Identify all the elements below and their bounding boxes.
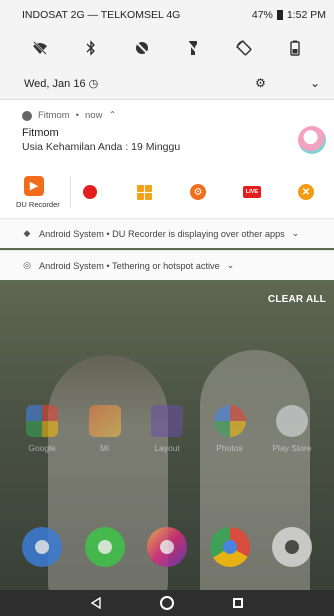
home-button[interactable] xyxy=(159,596,174,610)
notification-title: Fitmom xyxy=(22,127,59,139)
expand-chevron-icon[interactable]: ⌄ xyxy=(310,76,320,90)
dock-phone[interactable] xyxy=(14,527,70,567)
footer-actions: ⚙ ⌄ xyxy=(255,76,320,90)
notification-time: now xyxy=(85,110,103,121)
video-list-button[interactable] xyxy=(135,183,153,201)
bluetooth-icon[interactable] xyxy=(82,39,100,57)
camera-icon xyxy=(272,527,312,567)
record-button[interactable] xyxy=(81,183,99,201)
status-bar: INDOSAT 2G — TELKOMSEL 4G 47% 1:52 PM xyxy=(0,0,334,30)
app-play-store[interactable]: Play Store xyxy=(264,405,320,453)
clear-all-button[interactable]: CLEAR ALL xyxy=(268,294,326,305)
app-layout[interactable]: Layout xyxy=(139,405,195,453)
home-app-row: Google Mi Layout Photos Play Store xyxy=(14,405,320,453)
navigation-bar xyxy=(0,590,334,616)
flashlight-off-icon[interactable] xyxy=(184,39,202,57)
app-label: Layout xyxy=(154,443,180,453)
system-hotspot-text: Android System • Tethering or hotspot ac… xyxy=(39,260,220,271)
app-label: Play Store xyxy=(272,443,312,453)
separator-dot: • xyxy=(75,110,79,121)
wifi-off-icon[interactable] xyxy=(31,39,49,57)
fitmom-avatar xyxy=(298,126,326,154)
du-recorder-app[interactable]: ▶ DU Recorder xyxy=(16,175,60,209)
du-recorder-logo-icon: ▶ xyxy=(24,175,44,196)
app-label: Photos xyxy=(216,443,243,453)
home-icon xyxy=(159,596,174,610)
chrome-icon xyxy=(209,527,250,567)
google-folder-icon xyxy=(26,405,58,437)
chevron-down-icon[interactable]: ⌄ xyxy=(292,228,300,239)
alarm-icon: ◷ xyxy=(88,77,99,90)
app-google[interactable]: Google xyxy=(14,405,70,453)
du-recorder-controls: ▶ DU Recorder ⚙ LIVE ✕ xyxy=(0,166,334,218)
notification-header: Fitmom • now ⌃ xyxy=(0,100,334,121)
battery-percent: 47% xyxy=(251,9,273,21)
quick-settings-panel: Wed, Jan 16 ◷ ⚙ ⌄ xyxy=(0,30,334,100)
app-label: Google xyxy=(28,443,56,453)
dock-whatsapp[interactable] xyxy=(77,527,133,567)
dock-chrome[interactable] xyxy=(202,527,258,567)
tools-button[interactable]: ⚙ xyxy=(189,183,207,201)
quick-settings-tiles xyxy=(0,30,334,66)
recorder-close-button[interactable]: ✕ xyxy=(297,183,315,201)
toolbox-icon: ⚙ xyxy=(190,184,206,200)
battery-saver-icon[interactable] xyxy=(286,39,304,57)
battery-icon xyxy=(276,10,283,20)
auto-rotate-icon[interactable] xyxy=(235,39,253,57)
photos-icon xyxy=(213,405,246,437)
recents-button[interactable] xyxy=(231,596,245,610)
hotspot-icon: ◎ xyxy=(23,260,31,270)
whatsapp-icon xyxy=(84,527,125,567)
notification-system-overlay[interactable]: ◆ Android System • DU Recorder is displa… xyxy=(0,218,334,248)
chevron-up-icon[interactable]: ⌃ xyxy=(108,110,116,121)
notification-body: Usia Kehamilan Anda : 19 Minggu xyxy=(22,141,181,153)
live-icon: LIVE xyxy=(243,186,261,198)
settings-gear-icon[interactable]: ⚙ xyxy=(255,76,266,90)
du-recorder-label: DU Recorder xyxy=(16,199,60,209)
mi-folder-icon xyxy=(88,405,121,437)
recents-icon xyxy=(233,598,244,608)
layers-icon: ◆ xyxy=(23,228,31,238)
live-button[interactable]: LIVE xyxy=(243,183,261,201)
app-mi[interactable]: Mi xyxy=(77,405,133,453)
notification-system-hotspot[interactable]: ◎ Android System • Tethering or hotspot … xyxy=(0,250,334,280)
layout-icon xyxy=(151,405,183,437)
dock-camera[interactable] xyxy=(264,527,320,567)
chevron-down-icon[interactable]: ⌄ xyxy=(227,260,235,271)
record-icon xyxy=(83,185,97,199)
back-button[interactable] xyxy=(89,596,103,610)
close-icon: ✕ xyxy=(298,184,314,200)
app-photos[interactable]: Photos xyxy=(202,405,258,453)
instagram-icon xyxy=(147,527,187,567)
date-alarm[interactable]: Wed, Jan 16 ◷ xyxy=(24,77,98,90)
app-label: Mi xyxy=(100,443,109,453)
home-dock xyxy=(14,527,320,567)
dock-instagram[interactable] xyxy=(139,527,195,567)
recorder-separator xyxy=(70,176,71,208)
notification-app-name: Fitmom xyxy=(38,110,70,121)
back-icon xyxy=(90,597,101,609)
phone-icon xyxy=(22,527,62,567)
quick-settings-footer: Wed, Jan 16 ◷ ⚙ ⌄ xyxy=(0,66,334,100)
status-right: 47% 1:52 PM xyxy=(252,9,326,21)
system-overlay-text: Android System • DU Recorder is displayi… xyxy=(39,228,285,239)
carrier-text: INDOSAT 2G — TELKOMSEL 4G xyxy=(22,9,181,21)
clock: 1:52 PM xyxy=(286,9,326,21)
fitmom-app-icon xyxy=(22,110,32,121)
date-text: Wed, Jan 16 xyxy=(24,77,86,90)
grid-icon xyxy=(136,184,152,200)
do-not-disturb-icon[interactable] xyxy=(133,39,151,57)
play-store-icon xyxy=(276,405,308,437)
recorder-actions: ⚙ LIVE ✕ xyxy=(81,183,315,201)
